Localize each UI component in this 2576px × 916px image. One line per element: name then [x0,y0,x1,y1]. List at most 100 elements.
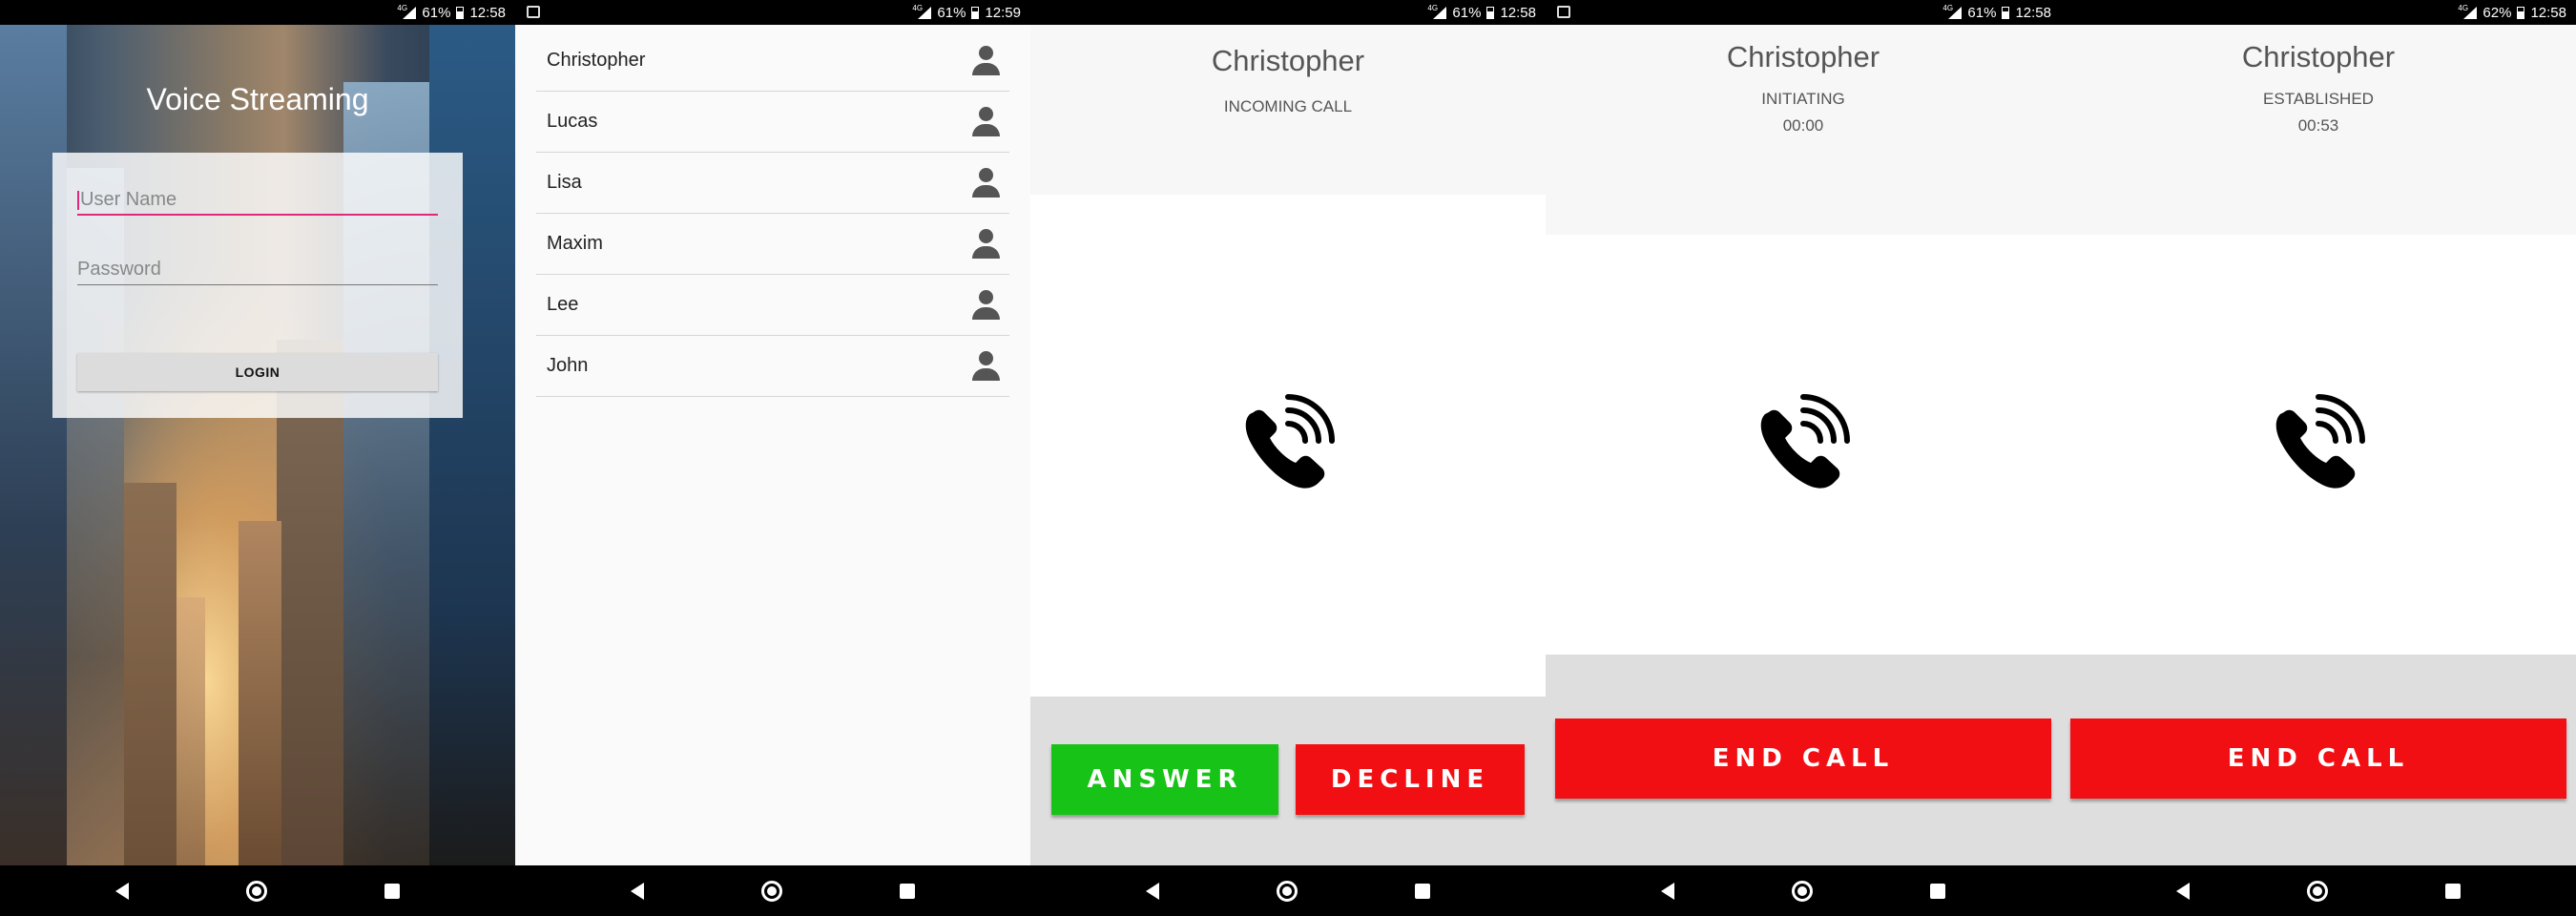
battery-percent: 61% [422,4,451,21]
recents-icon[interactable] [1929,883,1945,899]
incoming-call-screen: 4G 61% 12:58 Christopher INCOMING CALL A… [1030,0,1546,916]
battery-icon [971,6,980,19]
clock: 12:59 [985,4,1021,21]
login-card: User Name Password LOGIN [52,153,463,418]
username-placeholder: User Name [80,189,177,210]
person-icon [971,46,1000,76]
login-screen: 4G 61% 12:58 Voice Streaming User Name P… [0,0,515,916]
person-icon [971,107,1000,137]
contact-item[interactable]: Lucas [536,92,1009,153]
home-icon[interactable] [1276,880,1298,902]
nav-bar [2061,865,2576,916]
call-status: ESTABLISHED [2263,90,2374,108]
decline-button[interactable]: DECLINE [1296,744,1525,815]
status-bar: 4G 61% 12:58 [0,0,515,25]
clock: 12:58 [2015,4,2051,21]
nav-bar [0,865,515,916]
recents-icon[interactable] [384,883,400,899]
app-title: Voice Streaming [146,82,369,116]
contacts-screen: 4G 61% 12:59 Christopher Lucas Lisa Maxi… [515,0,1030,916]
home-icon[interactable] [1791,880,1813,902]
phone-ringing-icon [2275,394,2365,489]
end-call-button[interactable]: END CALL [2070,718,2566,799]
clock: 12:58 [2530,4,2566,21]
contact-item[interactable]: Lisa [536,153,1009,214]
signal-icon: 4G [1942,4,1963,19]
call-body [1030,195,1546,697]
person-icon [971,229,1000,260]
nav-bar [1546,865,2061,916]
city-background-image [0,25,515,865]
clock: 12:58 [1500,4,1536,21]
battery-icon [2517,6,2525,19]
answer-button[interactable]: ANSWER [1051,744,1278,815]
battery-percent: 62% [2483,4,2512,21]
password-placeholder: Password [77,259,161,280]
call-actions: END CALL [1546,655,2061,865]
call-timer: 00:53 [2297,116,2339,135]
home-icon[interactable] [2306,880,2328,902]
image-notification-icon [527,6,540,18]
clock: 12:58 [469,4,506,21]
image-notification-icon [1557,6,1570,18]
call-actions: ANSWER DECLINE [1030,697,1546,865]
caller-name: Christopher [1726,40,1880,73]
contact-list: Christopher Lucas Lisa Maxim Lee John [515,25,1030,865]
contact-item[interactable]: John [536,336,1009,397]
signal-icon: 4G [912,4,932,19]
battery-icon [456,6,465,19]
back-icon[interactable] [115,882,130,900]
person-icon [971,351,1000,382]
call-header: Christopher ESTABLISHED 00:53 [2061,25,2576,235]
battery-icon [2002,6,2010,19]
call-status: INCOMING CALL [1223,97,1353,115]
recents-icon[interactable] [899,883,915,899]
battery-icon [1486,6,1495,19]
contact-item[interactable]: Christopher [536,31,1009,92]
home-icon[interactable] [760,880,782,902]
contact-name: Lisa [547,172,582,193]
contact-name: John [547,355,589,376]
call-actions: END CALL [2061,655,2576,865]
battery-percent: 61% [937,4,966,21]
initiating-call-screen: 4G 61% 12:58 Christopher INITIATING 00:0… [1546,0,2061,916]
username-field[interactable]: User Name [77,181,438,216]
call-body [1546,235,2061,655]
call-header: Christopher INCOMING CALL [1030,25,1546,195]
status-bar: 4G 61% 12:58 [1546,0,2061,25]
login-button[interactable]: LOGIN [77,353,438,391]
status-bar: 4G 62% 12:58 [2061,0,2576,25]
call-header: Christopher INITIATING 00:00 [1546,25,2061,235]
nav-bar [1030,865,1546,916]
established-call-screen: 4G 62% 12:58 Christopher ESTABLISHED 00:… [2061,0,2576,916]
signal-icon: 4G [1427,4,1447,19]
back-icon[interactable] [1661,882,1675,900]
contact-name: Christopher [547,50,646,71]
contact-name: Maxim [547,233,603,254]
battery-percent: 61% [1452,4,1482,21]
person-icon [971,290,1000,321]
nav-bar [515,865,1030,916]
signal-icon: 4G [2458,4,2478,19]
phone-ringing-icon [1245,394,1335,489]
caller-name: Christopher [1211,44,1365,77]
signal-icon: 4G [397,4,417,19]
home-icon[interactable] [245,880,267,902]
password-field[interactable]: Password [77,251,438,285]
end-call-button[interactable]: END CALL [1555,718,2051,799]
back-icon[interactable] [2176,882,2191,900]
status-bar: 4G 61% 12:58 [1030,0,1546,25]
contact-item[interactable]: Lee [536,275,1009,336]
caller-name: Christopher [2241,40,2396,73]
recents-icon[interactable] [1414,883,1430,899]
back-icon[interactable] [1146,882,1160,900]
recents-icon[interactable] [2444,883,2461,899]
call-timer: 00:00 [1782,116,1824,135]
contact-name: Lee [547,294,579,315]
battery-percent: 61% [1967,4,1997,21]
back-icon[interactable] [631,882,645,900]
call-status: INITIATING [1761,90,1845,108]
phone-ringing-icon [1760,394,1850,489]
contact-item[interactable]: Maxim [536,214,1009,275]
call-body [2061,235,2576,655]
